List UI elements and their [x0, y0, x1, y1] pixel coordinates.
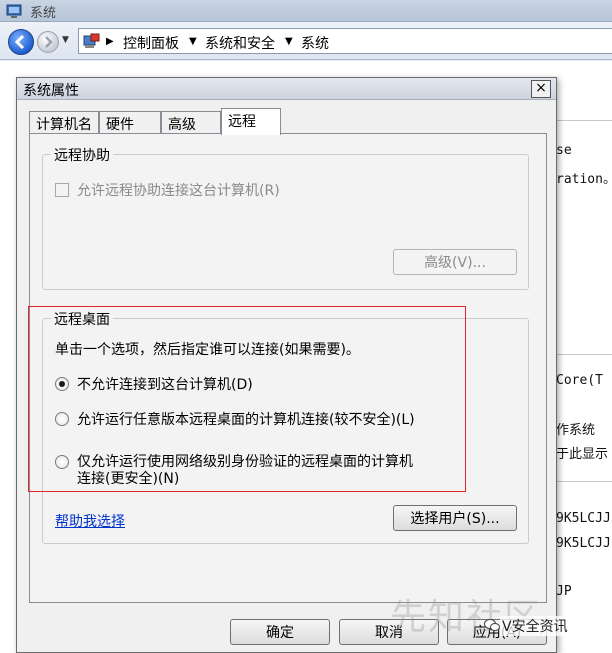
tab-hardware[interactable]: 硬件	[99, 111, 161, 133]
forward-button[interactable]	[37, 31, 59, 53]
tab-computer-name[interactable]: 计算机名	[29, 111, 99, 133]
peek-text: ration。	[556, 172, 612, 187]
peek-text: 9K5LCJJE	[556, 536, 612, 551]
address-field[interactable]: ▶ 控制面板 ▼ 系统和安全 ▼ 系统	[78, 28, 612, 54]
divider	[556, 354, 612, 355]
remote-assistance-legend: 远程协助	[51, 145, 113, 165]
tab-remote[interactable]: 远程	[221, 108, 281, 135]
arrow-left-icon	[14, 34, 25, 50]
arrow-right-icon	[45, 36, 53, 48]
divider	[556, 481, 612, 482]
dialog-titlebar: 系统属性 ×	[17, 78, 556, 100]
peek-text: Core(T	[556, 373, 603, 388]
peek-text: 作系统	[556, 423, 596, 438]
tab-advanced[interactable]: 高级	[161, 111, 221, 133]
divider	[556, 120, 612, 121]
cancel-button[interactable]: 取消	[339, 619, 439, 645]
peek-text: 于此显示	[556, 447, 609, 462]
breadcrumb-system-security[interactable]: 系统和安全	[205, 33, 275, 53]
peek-text: se	[556, 143, 572, 158]
address-bar: ▼ ▶ 控制面板 ▼ 系统和安全 ▼ 系统	[0, 22, 612, 60]
dialog-title: 系统属性	[23, 83, 79, 99]
chevron-down-icon[interactable]: ▼	[189, 36, 197, 47]
allow-remote-assistance-checkbox[interactable]	[55, 183, 69, 197]
parent-titlebar: 系统	[0, 0, 612, 22]
peek-text: JP	[556, 584, 572, 599]
chevron-down-icon[interactable]: ▼	[285, 36, 293, 47]
system-icon	[6, 4, 22, 18]
chevron-right-icon[interactable]: ▶	[106, 36, 114, 47]
close-icon: ×	[535, 80, 547, 96]
peek-text: 9K5LCJJE	[556, 511, 612, 526]
parent-window-title: 系统	[30, 6, 57, 21]
breadcrumb-system[interactable]: 系统	[301, 33, 329, 53]
ok-button[interactable]: 确定	[230, 619, 330, 645]
recent-pages-dropdown[interactable]: ▼	[62, 35, 69, 45]
annotation-highlight	[28, 306, 466, 492]
select-users-button[interactable]: 选择用户(S)...	[393, 505, 517, 531]
breadcrumb-control-panel[interactable]: 控制面板	[123, 33, 179, 53]
allow-remote-assistance-label: 允许远程协助连接这台计算机(R)	[77, 183, 280, 199]
apply-button[interactable]: 应用(A)	[447, 619, 547, 645]
tab-strip: 计算机名 硬件 高级 远程	[29, 108, 549, 135]
help-me-choose-link[interactable]: 帮助我选择	[55, 511, 125, 531]
remote-assistance-advanced-button[interactable]: 高级(V)...	[393, 249, 517, 275]
close-button[interactable]: ×	[531, 80, 551, 98]
control-panel-icon	[83, 33, 100, 48]
back-button[interactable]	[8, 29, 34, 55]
remote-assistance-group: 远程协助 允许远程协助连接这台计算机(R) 高级(V)...	[42, 145, 529, 290]
